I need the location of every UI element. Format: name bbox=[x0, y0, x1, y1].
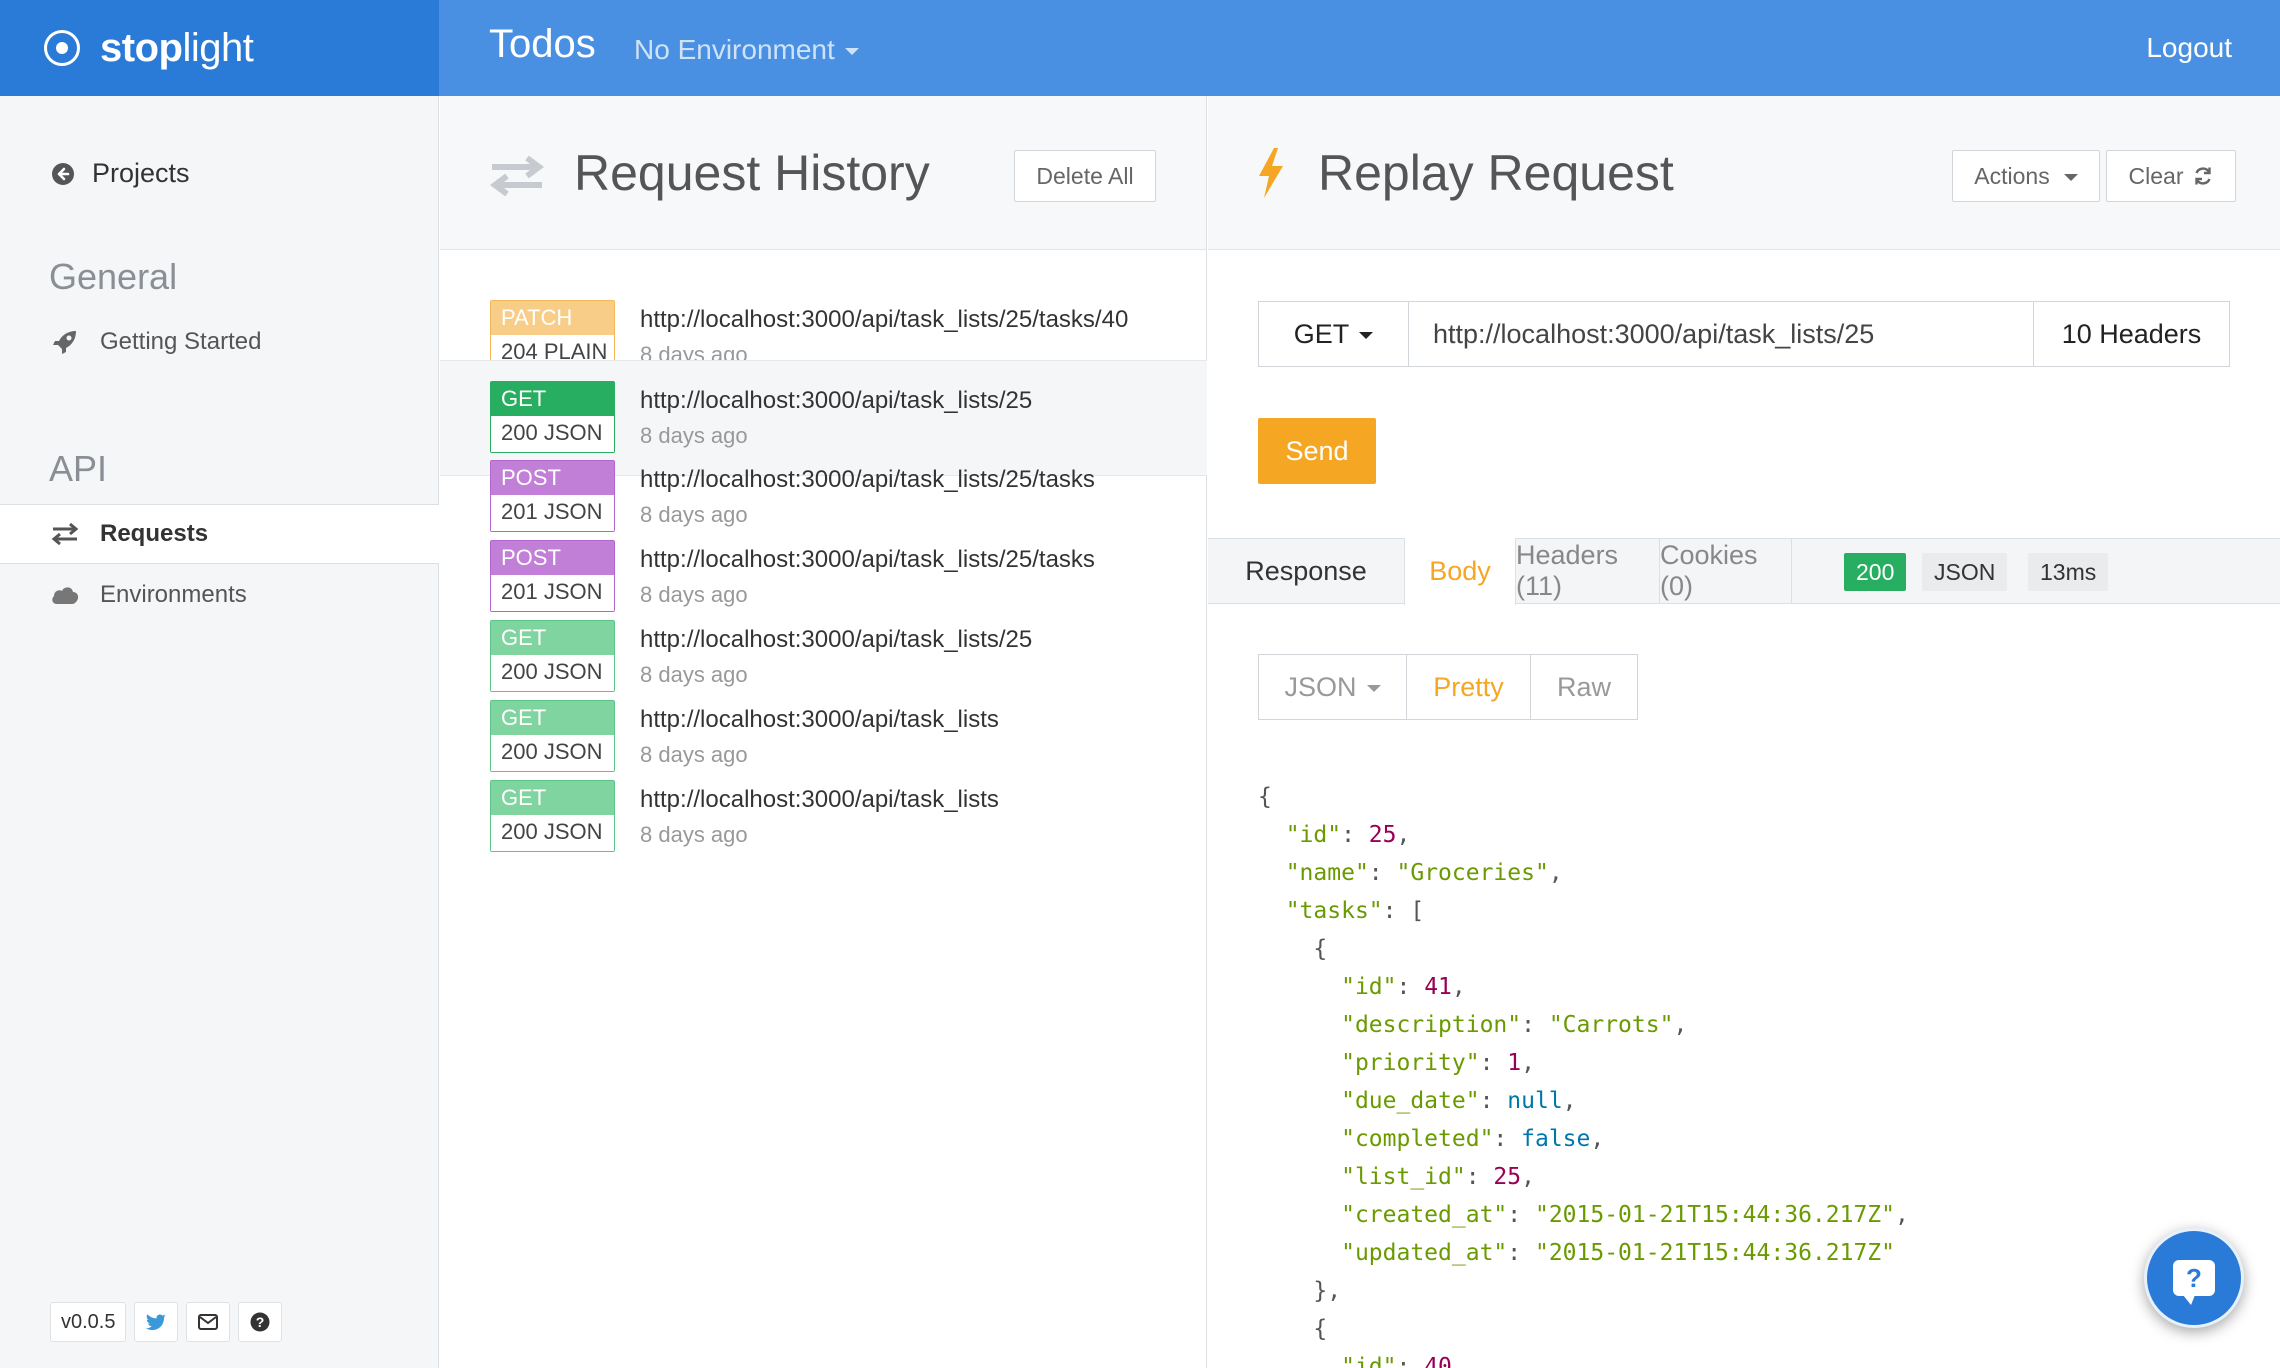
request-bar: GET 10 Headers bbox=[1258, 301, 2230, 367]
method-select[interactable]: GET bbox=[1259, 302, 1409, 366]
method-label: POST bbox=[491, 541, 614, 575]
duration-badge: 13ms bbox=[2028, 553, 2109, 591]
api-heading: API bbox=[49, 448, 108, 489]
caret-down-icon bbox=[2063, 174, 2078, 181]
project-title: Todos bbox=[489, 22, 596, 66]
sidebar: Projects General Getting Started API Req… bbox=[0, 96, 439, 1368]
pretty-button[interactable]: Pretty bbox=[1407, 655, 1531, 719]
history-url: http://localhost:3000/api/task_lists bbox=[640, 706, 999, 733]
raw-button[interactable]: Raw bbox=[1531, 655, 1637, 719]
sidebar-item-getting-started[interactable]: Getting Started bbox=[0, 312, 439, 372]
environment-label: No Environment bbox=[634, 34, 835, 65]
history-url: http://localhost:3000/api/task_lists/25/… bbox=[640, 546, 1095, 573]
cloud-icon bbox=[50, 583, 80, 607]
help-chat-button[interactable]: ? bbox=[2144, 1228, 2244, 1328]
actions-label: Actions bbox=[1974, 162, 2050, 189]
arrow-circle-left-icon bbox=[48, 162, 78, 186]
tab-response[interactable]: Response bbox=[1208, 538, 1405, 604]
format-label: JSON bbox=[1284, 671, 1357, 702]
clear-label: Clear bbox=[2128, 162, 2184, 189]
method-label: GET bbox=[491, 382, 614, 416]
twitter-icon[interactable] bbox=[134, 1302, 179, 1342]
request-history-panel: Request History Delete All PATCH 204 PLAI… bbox=[440, 96, 1207, 1368]
exchange-arrows-icon bbox=[50, 522, 80, 546]
top-bar: stoplight Todos No Environment Logout bbox=[0, 0, 2280, 96]
exchange-arrows-icon bbox=[490, 155, 544, 201]
brand-name: stoplight bbox=[100, 25, 254, 70]
projects-link[interactable]: Projects bbox=[48, 158, 190, 189]
rocket-icon bbox=[50, 330, 80, 354]
brand-logo[interactable]: stoplight bbox=[0, 0, 439, 96]
history-row[interactable]: GET 200 JSON http://localhost:3000/api/tas… bbox=[440, 760, 1207, 876]
help-circle-icon[interactable]: ? bbox=[238, 1302, 283, 1342]
stoplight-logo-icon bbox=[44, 30, 80, 66]
clear-button[interactable]: Clear bbox=[2106, 150, 2236, 202]
tab-body[interactable]: Body bbox=[1404, 538, 1516, 605]
tab-headers[interactable]: Headers (11) bbox=[1516, 538, 1660, 604]
url-input[interactable] bbox=[1409, 302, 2033, 366]
sidebar-item-label: Getting Started bbox=[100, 328, 262, 355]
version-badge: v0.0.5 bbox=[50, 1302, 127, 1342]
lightning-bolt-icon bbox=[1256, 148, 1286, 203]
sidebar-item-requests[interactable]: Requests bbox=[0, 504, 439, 564]
caret-down-icon bbox=[1366, 685, 1381, 692]
replay-request-title: Replay Request bbox=[1318, 145, 1674, 201]
method-label: GET bbox=[491, 621, 614, 655]
history-url: http://localhost:3000/api/task_lists/25 bbox=[640, 626, 1033, 653]
response-tabs: Response Body Headers (11) Cookies (0) 2… bbox=[1208, 538, 2280, 605]
response-body-json: { "id": 25, "name": "Groceries", "tasks"… bbox=[1258, 784, 1909, 1368]
sidebar-item-environments[interactable]: Environments bbox=[0, 565, 439, 625]
chat-question-icon: ? bbox=[2173, 1260, 2215, 1305]
body-format-group: JSON Pretty Raw bbox=[1258, 654, 1638, 720]
history-url: http://localhost:3000/api/task_lists/25/… bbox=[640, 306, 1129, 333]
sidebar-item-label: Environments bbox=[100, 581, 247, 608]
svg-text:?: ? bbox=[256, 1314, 265, 1330]
method-label: GET bbox=[1293, 318, 1350, 349]
delete-all-button[interactable]: Delete All bbox=[1014, 150, 1156, 202]
sidebar-footer: v0.0.5 ? bbox=[50, 1302, 283, 1342]
caret-down-icon bbox=[844, 48, 859, 55]
refresh-icon bbox=[2193, 166, 2213, 186]
replay-request-panel: Replay Request Actions Clear GET 10 Head… bbox=[1208, 96, 2280, 1368]
format-dropdown[interactable]: JSON bbox=[1259, 655, 1407, 719]
logout-link[interactable]: Logout bbox=[2146, 32, 2232, 64]
general-heading: General bbox=[49, 256, 178, 297]
method-label: GET bbox=[491, 781, 614, 815]
tab-cookies[interactable]: Cookies (0) bbox=[1660, 538, 1792, 604]
send-button[interactable]: Send bbox=[1258, 418, 1376, 484]
request-history-title: Request History bbox=[574, 145, 930, 201]
history-url: http://localhost:3000/api/task_lists/25/… bbox=[640, 466, 1095, 493]
caret-down-icon bbox=[1359, 332, 1374, 339]
mail-icon[interactable] bbox=[186, 1302, 231, 1342]
replay-request-header: Replay Request Actions Clear bbox=[1208, 96, 2280, 250]
projects-label: Projects bbox=[92, 158, 190, 188]
content-type-badge: JSON bbox=[1922, 553, 2008, 591]
status-code-badge: 200 bbox=[1844, 553, 1907, 591]
status-label: 200 JSON bbox=[491, 815, 614, 851]
method-label: POST bbox=[491, 461, 614, 495]
method-status-badge: GET 200 JSON bbox=[490, 780, 615, 852]
environment-dropdown[interactable]: No Environment bbox=[634, 34, 859, 66]
history-time: 8 days ago bbox=[640, 822, 748, 847]
request-history-header: Request History Delete All bbox=[440, 96, 1206, 250]
method-label: PATCH bbox=[491, 301, 614, 335]
actions-dropdown[interactable]: Actions bbox=[1952, 150, 2100, 202]
method-label: GET bbox=[491, 701, 614, 735]
headers-button[interactable]: 10 Headers bbox=[2033, 302, 2229, 366]
history-url: http://localhost:3000/api/task_lists bbox=[640, 786, 999, 813]
history-url: http://localhost:3000/api/task_lists/25 bbox=[640, 387, 1033, 414]
sidebar-item-label: Requests bbox=[100, 520, 209, 547]
